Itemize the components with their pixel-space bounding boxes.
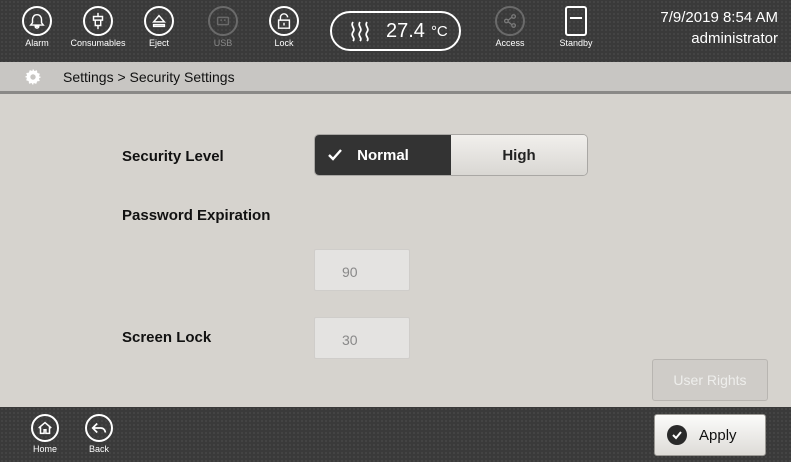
password-expiration-field[interactable]: 90 [314, 249, 410, 291]
home-label: Home [32, 444, 57, 454]
high-label: High [502, 146, 536, 164]
check-circle-icon [667, 425, 687, 445]
usb-icon [208, 6, 238, 36]
security-settings-panel: Security Level Normal High Password Expi… [0, 97, 791, 407]
standby-icon [565, 6, 587, 36]
standby-button[interactable]: Standby [546, 6, 606, 48]
home-button[interactable]: Home [25, 414, 65, 454]
date-time: 7/9/2019 8:54 AM [660, 9, 778, 26]
consumables-button[interactable]: Consumables [68, 6, 128, 48]
share-icon [495, 6, 525, 36]
lock-label: Lock [274, 38, 294, 48]
password-expiration-label: Password Expiration [122, 207, 271, 224]
back-icon [85, 414, 113, 442]
security-level-toggle[interactable]: Normal High [314, 134, 588, 176]
top-bar: Alarm Consumables Eject USB Lock 27.4 °C [0, 0, 791, 62]
alarm-button[interactable]: Alarm [7, 6, 67, 48]
consumables-label: Consumables [70, 38, 126, 48]
bottom-bar: Home Back Apply [0, 407, 791, 462]
access-label: Access [495, 38, 525, 48]
security-level-normal[interactable]: Normal [315, 135, 451, 175]
access-button[interactable]: Access [480, 6, 540, 48]
bell-icon [22, 6, 52, 36]
eject-label: Eject [148, 38, 169, 48]
usb-button[interactable]: USB [193, 6, 253, 48]
eject-button[interactable]: Eject [129, 6, 189, 48]
breadcrumb: Settings > Security Settings [0, 62, 791, 94]
consumables-icon [83, 6, 113, 36]
check-icon [328, 149, 342, 161]
back-button[interactable]: Back [79, 414, 119, 454]
security-level-label: Security Level [122, 148, 224, 165]
alarm-label: Alarm [25, 38, 49, 48]
temperature-display[interactable]: 27.4 °C [330, 11, 461, 51]
temperature-unit: °C [430, 22, 448, 40]
usb-label: USB [213, 38, 233, 48]
eject-icon [144, 6, 174, 36]
status-info: 7/9/2019 8:54 AM administrator [660, 9, 778, 47]
heater-icon [351, 21, 369, 42]
back-label: Back [88, 444, 109, 454]
gear-icon [24, 68, 42, 85]
apply-label: Apply [699, 426, 737, 444]
screen-lock-field[interactable]: 30 [314, 317, 410, 359]
current-user: administrator [691, 30, 778, 47]
lock-button[interactable]: Lock [254, 6, 314, 48]
security-level-high[interactable]: High [451, 135, 587, 175]
breadcrumb-text: Settings > Security Settings [63, 68, 235, 85]
home-icon [31, 414, 59, 442]
screen-lock-label: Screen Lock [122, 329, 212, 346]
lock-icon [269, 6, 299, 36]
temperature-value: 27.4 [386, 19, 425, 42]
standby-label: Standby [559, 38, 593, 48]
user-rights-button[interactable]: User Rights [652, 359, 768, 401]
apply-button[interactable]: Apply [654, 414, 766, 456]
normal-label: Normal [357, 146, 409, 164]
